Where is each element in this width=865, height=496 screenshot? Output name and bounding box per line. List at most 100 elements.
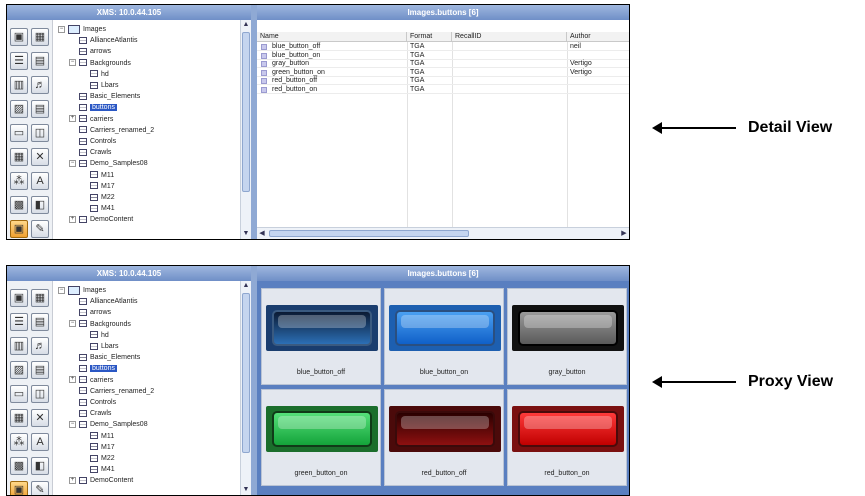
proxy-icon[interactable]: ▣ — [10, 220, 28, 238]
properties-icon[interactable]: ▥ — [10, 337, 28, 355]
column-header-author[interactable]: Author — [567, 32, 629, 42]
tree-item[interactable]: − Images — [58, 24, 106, 35]
expand-icon[interactable]: + — [69, 115, 76, 123]
image-icon[interactable]: ▨ — [10, 100, 28, 118]
font-icon[interactable]: A — [31, 172, 49, 190]
grid-icon[interactable]: ▦ — [31, 28, 49, 46]
table-row[interactable]: blue_button_off TGA neil — [257, 43, 629, 51]
tree-scrollbar[interactable]: ▲ ▼ — [240, 20, 251, 239]
tree-item[interactable]: hd — [80, 69, 109, 80]
tree-item[interactable]: − Demo_Samples08 — [69, 419, 148, 430]
tree-item[interactable]: AllianceAtlantis — [69, 35, 137, 46]
screen-icon[interactable]: ▭ — [10, 124, 28, 142]
column-header-recallid[interactable]: RecallID — [452, 32, 567, 42]
list-icon[interactable]: ☰ — [10, 52, 28, 70]
pencil-icon[interactable]: ✎ — [31, 481, 49, 495]
proxy-icon[interactable]: ▣ — [10, 481, 28, 495]
tree-item[interactable]: Carriers_renamed_2 — [69, 386, 154, 397]
tree-item[interactable]: buttons — [69, 102, 117, 113]
collapse-icon[interactable]: − — [69, 160, 76, 168]
tree-item[interactable]: buttons — [69, 363, 117, 374]
tree-item[interactable]: M41 — [80, 203, 115, 214]
tree-item[interactable]: Lbars — [80, 341, 119, 352]
proxy-tile[interactable]: red_button_on — [507, 389, 627, 486]
tree-item[interactable]: M22 — [80, 453, 115, 464]
save-icon[interactable]: ▣ — [10, 289, 28, 307]
frame-icon[interactable]: ◧ — [31, 457, 49, 475]
scroll-thumb[interactable] — [242, 293, 250, 453]
tree-item[interactable]: Carriers_renamed_2 — [69, 125, 154, 136]
tree-item[interactable]: − Backgrounds — [69, 319, 131, 330]
document-icon[interactable]: ▤ — [31, 52, 49, 70]
tree-item[interactable]: − Backgrounds — [69, 58, 131, 69]
scroll-up-icon[interactable]: ▲ — [241, 281, 251, 291]
scroll-left-icon[interactable]: ◀ — [257, 228, 267, 239]
scroll-down-icon[interactable]: ▼ — [241, 485, 251, 495]
grid-hscrollbar[interactable]: ◀ ▶ — [257, 227, 629, 239]
template-icon[interactable]: ▦ — [10, 409, 28, 427]
tree-item[interactable]: AllianceAtlantis — [69, 296, 137, 307]
tree-item[interactable]: + carriers — [69, 375, 113, 386]
collapse-icon[interactable]: − — [58, 286, 65, 294]
font-icon[interactable]: A — [31, 433, 49, 451]
scroll-thumb[interactable] — [242, 32, 250, 192]
tree-item[interactable]: M17 — [80, 442, 115, 453]
delete-icon[interactable]: ✕ — [31, 409, 49, 427]
table-row[interactable]: green_button_on TGA Vertigo — [257, 69, 629, 77]
tree-item[interactable]: Basic_Elements — [69, 352, 140, 363]
keypad-icon[interactable]: ▩ — [10, 457, 28, 475]
tree-item[interactable]: M22 — [80, 192, 115, 203]
page-icon[interactable]: ▤ — [31, 361, 49, 379]
save-icon[interactable]: ▣ — [10, 28, 28, 46]
tree-item[interactable]: Crawls — [69, 408, 111, 419]
columns-icon[interactable]: ◫ — [31, 385, 49, 403]
table-row[interactable]: red_button_on TGA — [257, 86, 629, 94]
collapse-icon[interactable]: − — [69, 421, 76, 429]
tree-item[interactable]: + DemoContent — [69, 214, 133, 225]
tree-item[interactable]: − Demo_Samples08 — [69, 158, 148, 169]
tree-item[interactable]: M41 — [80, 464, 115, 475]
collapse-icon[interactable]: − — [69, 59, 76, 67]
tree-item[interactable]: arrows — [69, 307, 111, 318]
tree-item[interactable]: arrows — [69, 46, 111, 57]
frame-icon[interactable]: ◧ — [31, 196, 49, 214]
collapse-icon[interactable]: − — [58, 25, 65, 33]
tree-item[interactable]: M17 — [80, 181, 115, 192]
scroll-down-icon[interactable]: ▼ — [241, 229, 251, 239]
screen-icon[interactable]: ▭ — [10, 385, 28, 403]
page-icon[interactable]: ▤ — [31, 100, 49, 118]
list-icon[interactable]: ☰ — [10, 313, 28, 331]
tree-item[interactable]: M11 — [80, 170, 114, 181]
expand-icon[interactable]: + — [69, 477, 76, 485]
table-row[interactable]: blue_button_on TGA — [257, 52, 629, 60]
scroll-up-icon[interactable]: ▲ — [241, 20, 251, 30]
document-icon[interactable]: ▤ — [31, 313, 49, 331]
hscroll-thumb[interactable] — [269, 230, 469, 237]
image-icon[interactable]: ▨ — [10, 361, 28, 379]
tree-item[interactable]: Controls — [69, 397, 116, 408]
column-header-format[interactable]: Format — [407, 32, 452, 42]
music-icon[interactable]: ♬ — [31, 337, 49, 355]
proxy-tile[interactable]: blue_button_on — [384, 288, 504, 385]
delete-icon[interactable]: ✕ — [31, 148, 49, 166]
table-row[interactable]: gray_button TGA Vertigo — [257, 60, 629, 68]
proxy-tile[interactable]: green_button_on — [261, 389, 381, 486]
tree-icon[interactable]: ⁂ — [10, 433, 28, 451]
proxy-tile[interactable]: blue_button_off — [261, 288, 381, 385]
tree-item[interactable]: + carriers — [69, 114, 113, 125]
tree-item[interactable]: Lbars — [80, 80, 119, 91]
tree-item[interactable]: Basic_Elements — [69, 91, 140, 102]
properties-icon[interactable]: ▥ — [10, 76, 28, 94]
keypad-icon[interactable]: ▩ — [10, 196, 28, 214]
proxy-tile[interactable]: gray_button — [507, 288, 627, 385]
tree-scrollbar[interactable]: ▲ ▼ — [240, 281, 251, 495]
grid-icon[interactable]: ▦ — [31, 289, 49, 307]
collapse-icon[interactable]: − — [69, 320, 76, 328]
columns-icon[interactable]: ◫ — [31, 124, 49, 142]
proxy-tile[interactable]: red_button_off — [384, 389, 504, 486]
music-icon[interactable]: ♬ — [31, 76, 49, 94]
expand-icon[interactable]: + — [69, 376, 76, 384]
tree-icon[interactable]: ⁂ — [10, 172, 28, 190]
scroll-right-icon[interactable]: ▶ — [619, 228, 629, 239]
pencil-icon[interactable]: ✎ — [31, 220, 49, 238]
